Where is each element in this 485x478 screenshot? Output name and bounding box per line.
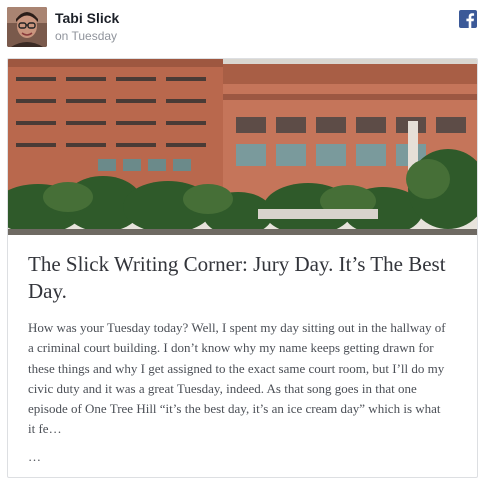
link-preview-card[interactable]: The Slick Writing Corner: Jury Day. It’s… [7,58,478,478]
more-ellipsis[interactable]: … [28,449,41,465]
author-name[interactable]: Tabi Slick [55,10,119,26]
author-avatar[interactable] [7,7,47,47]
courthouse-building-photo[interactable] [8,59,477,235]
link-title[interactable]: The Slick Writing Corner: Jury Day. It’s… [28,251,458,305]
post-header: Tabi Slick on Tuesday [0,0,485,56]
link-excerpt: How was your Tuesday today? Well, I spen… [28,320,446,437]
facebook-icon[interactable] [459,10,477,28]
avatar-photo [7,7,47,47]
post-timestamp[interactable]: on Tuesday [55,29,117,43]
